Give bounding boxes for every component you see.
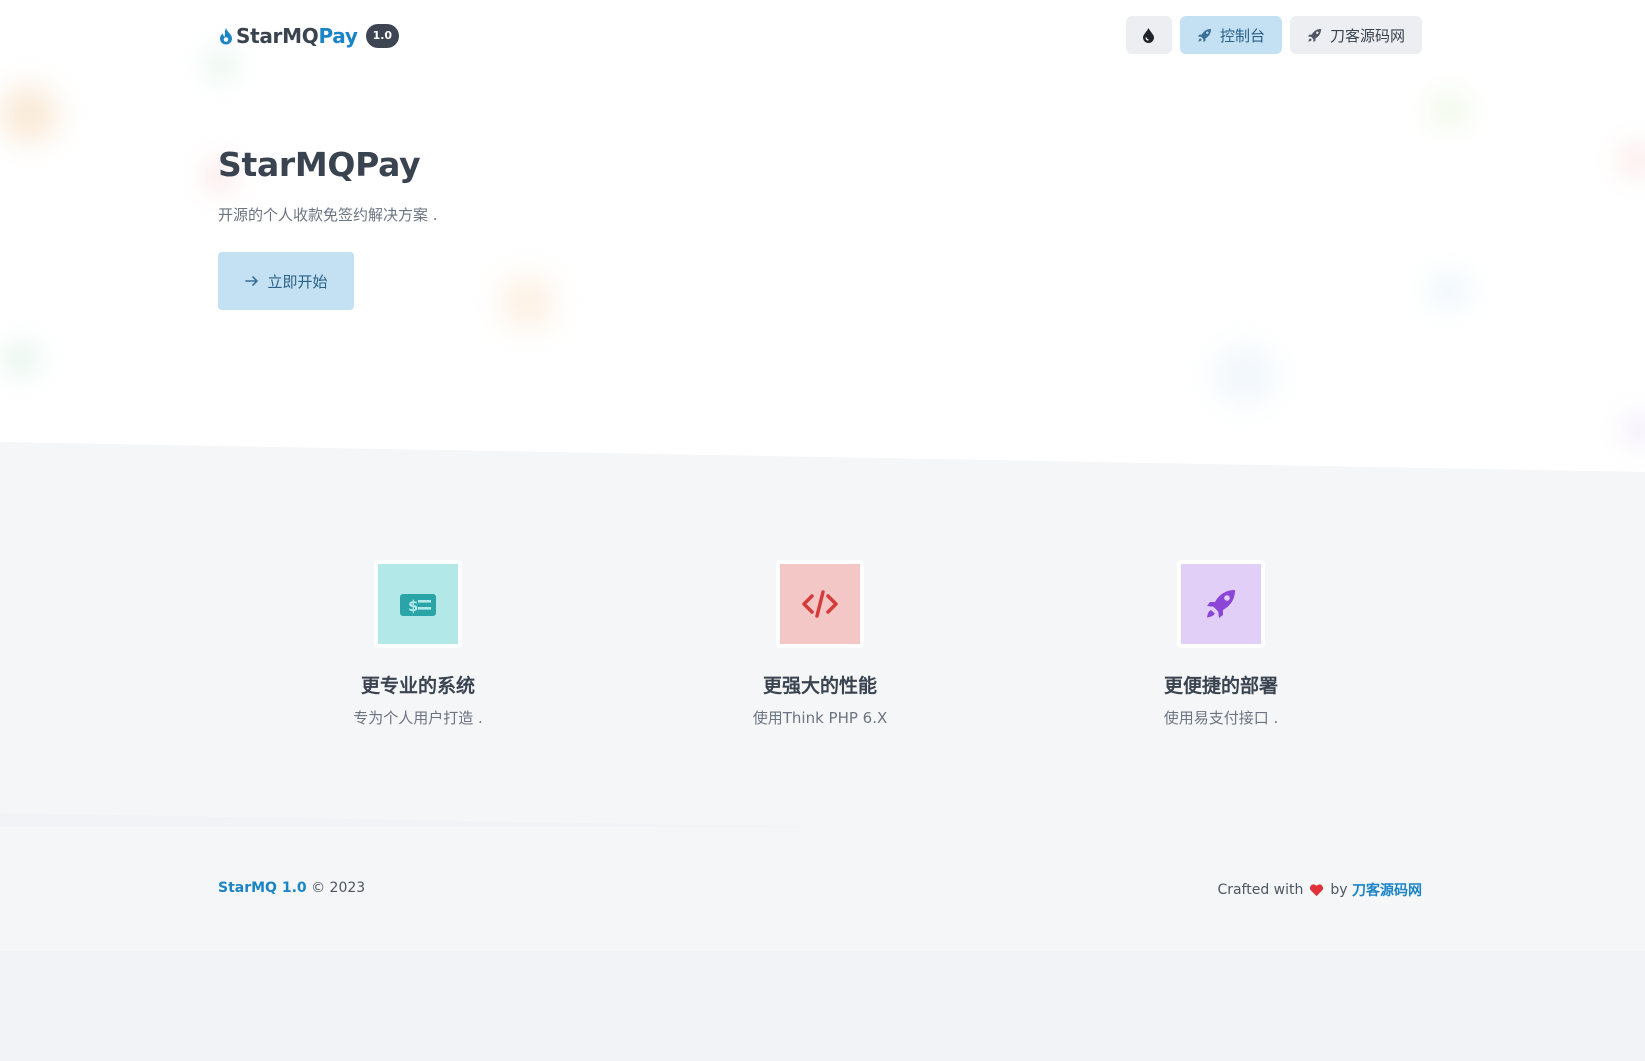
feature-icon-box <box>1177 560 1265 648</box>
rocket-icon <box>1207 590 1235 618</box>
feature-item: 更便捷的部署 使用易支付接口 . <box>1091 560 1351 728</box>
decor-blob <box>1625 415 1645 445</box>
svg-text:$: $ <box>408 597 418 615</box>
start-button[interactable]: 立即开始 <box>218 252 354 310</box>
footer-brand-link[interactable]: StarMQ 1.0 <box>218 880 307 896</box>
feature-item: 更强大的性能 使用Think PHP 6.X <box>690 560 950 728</box>
arrow-right-icon <box>245 276 259 286</box>
start-label: 立即开始 <box>267 272 328 291</box>
hero-section: StarMQPay 1.0 控制台 刀客源码网 StarMQPay 开源的个人收… <box>0 0 1645 520</box>
header-buttons: 控制台 刀客源码网 <box>1125 16 1422 54</box>
feature-title: 更专业的系统 <box>360 675 475 697</box>
logo-part1: StarMQ <box>236 24 319 48</box>
feature-icon-box: $ <box>374 560 462 648</box>
heart-icon <box>1310 884 1324 897</box>
hero-subtitle: 开源的个人收款免签约解决方案 . <box>218 206 438 224</box>
decor-blob <box>1622 145 1645 175</box>
logo[interactable]: StarMQPay 1.0 <box>218 21 400 51</box>
features-section: $ 更专业的系统 专为个人用户打造 . 更强大的性能 使用Think PHP 6… <box>0 442 1645 827</box>
footer: StarMQ 1.0 © 2023 Crafted with by 刀客源码网 <box>0 827 1645 951</box>
footer-copyright: StarMQ 1.0 © 2023 <box>218 880 365 896</box>
rocket-icon <box>1197 28 1212 42</box>
fire-drop-icon <box>220 28 232 45</box>
decor-blob <box>1215 345 1275 405</box>
feature-title: 更便捷的部署 <box>1163 675 1278 697</box>
decor-blob <box>1434 275 1464 305</box>
money-bill-icon: $ <box>400 594 436 616</box>
site-link-button[interactable]: 刀客源码网 <box>1289 16 1422 54</box>
page: StarMQPay 1.0 控制台 刀客源码网 StarMQPay 开源的个人收… <box>0 0 1645 1061</box>
by-text: by <box>1330 882 1352 898</box>
crafted-text: Crafted with <box>1217 882 1304 898</box>
version-badge: 1.0 <box>365 24 400 48</box>
site-label: 刀客源码网 <box>1329 26 1405 45</box>
feature-desc: 使用易支付接口 . <box>1163 709 1279 727</box>
theme-toggle-button[interactable] <box>1125 16 1172 54</box>
feature-item: $ 更专业的系统 专为个人用户打造 . <box>288 560 548 728</box>
drop-icon <box>1143 28 1155 43</box>
feature-icon-box <box>776 560 864 648</box>
feature-title: 更强大的性能 <box>762 675 877 697</box>
top-header: StarMQPay 1.0 控制台 刀客源码网 <box>218 16 1422 56</box>
decor-blob <box>6 344 36 374</box>
footer-credits: Crafted with by 刀客源码网 <box>1217 880 1422 900</box>
hero-title: StarMQPay <box>218 145 421 184</box>
decor-blob <box>1434 95 1464 125</box>
logo-part2: Pay <box>318 24 358 48</box>
feature-desc: 使用Think PHP 6.X <box>752 709 888 727</box>
decor-blob <box>500 275 555 330</box>
author-link[interactable]: 刀客源码网 <box>1352 880 1422 900</box>
logo-text: StarMQPay <box>236 24 358 48</box>
rocket-icon <box>1307 28 1322 42</box>
code-icon <box>802 590 838 618</box>
console-button[interactable]: 控制台 <box>1179 16 1282 54</box>
feature-desc: 专为个人用户打造 . <box>353 709 483 727</box>
decor-blob <box>0 85 58 143</box>
console-label: 控制台 <box>1219 26 1265 45</box>
footer-copyright-text: © 2023 <box>306 880 366 896</box>
